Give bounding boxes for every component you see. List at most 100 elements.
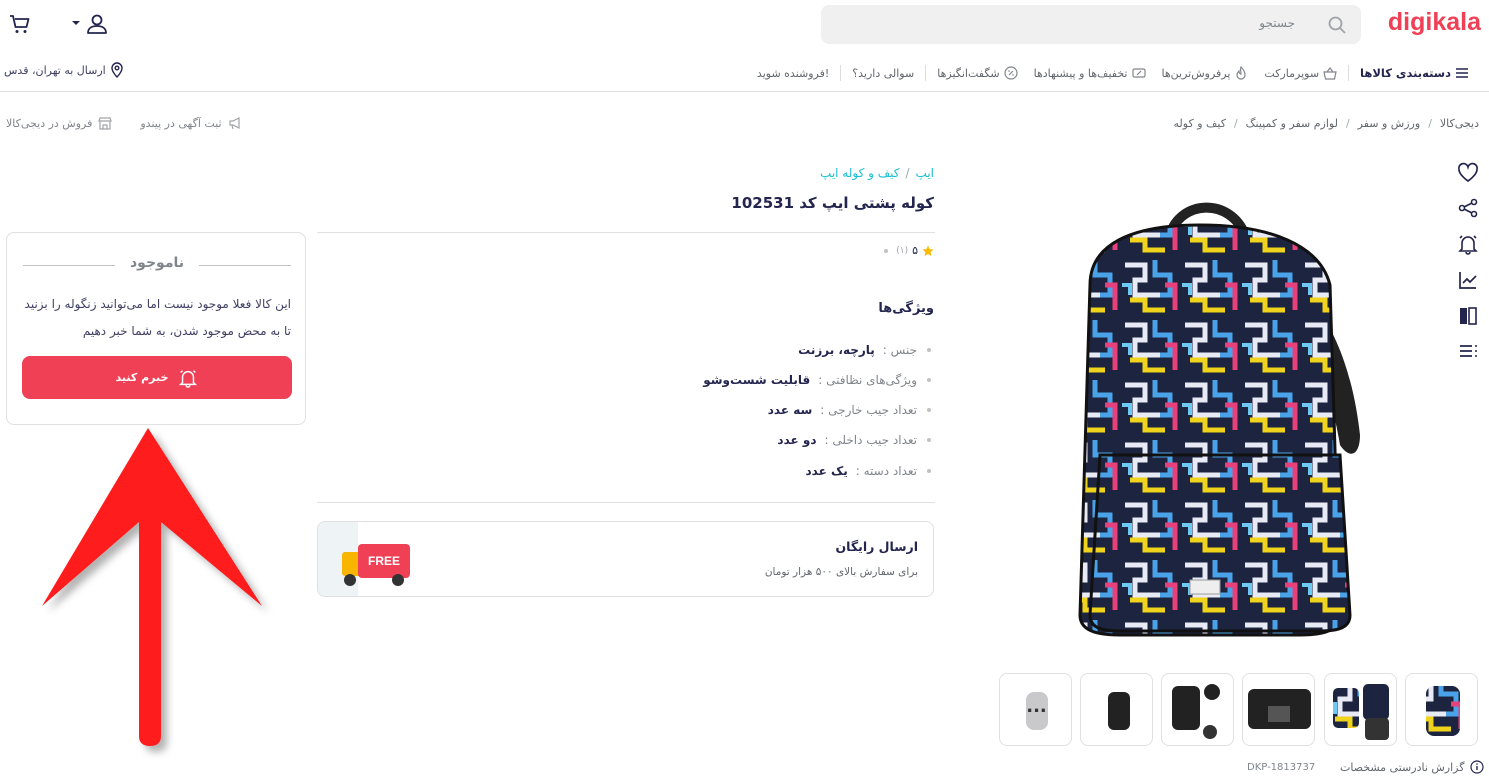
nav-divider: [925, 65, 927, 81]
more-thumbs-button[interactable]: ...: [999, 673, 1072, 746]
thumb-image: [1172, 684, 1220, 739]
product-thumb[interactable]: [1161, 673, 1234, 746]
report-label: گزارش نادرستی مشخصات: [1340, 760, 1465, 774]
chart-icon[interactable]: [1457, 269, 1479, 291]
search-input[interactable]: جستجو: [1259, 16, 1295, 30]
feature-row: جنس : پارچه، برزنت: [798, 343, 931, 357]
seller-links: فروش در دیجی‌کالا ثبت آگهی در پیندو: [6, 116, 242, 130]
logo-text: digikala: [1388, 8, 1481, 36]
breadcrumb: دیجی‌کالا/ورزش و سفر/لوازم سفر و کمپینگ/…: [1173, 117, 1479, 130]
out-of-stock-box: ناموجود این کالا فعلا موجود نیست اما می‌…: [6, 232, 306, 425]
nav-supermarket[interactable]: سوپرمارکت: [1256, 66, 1345, 80]
shop-icon: [98, 117, 113, 130]
free-shipping-subtitle: برای سفارش بالای ۵۰۰ هزار تومان: [764, 566, 918, 578]
brand-link[interactable]: ایپ: [916, 166, 934, 180]
nav-label: فروشنده شوید!: [756, 66, 830, 80]
share-icon[interactable]: [1457, 197, 1479, 219]
basket-icon: [1323, 67, 1337, 80]
title-divider: [317, 232, 935, 233]
feature-label: تعداد جیب داخلی :: [824, 433, 917, 447]
product-thumb[interactable]: [1242, 673, 1315, 746]
nav-discounts[interactable]: تخفیف‌ها و پیشنهادها: [1026, 66, 1154, 80]
product-main-image[interactable]: [1060, 195, 1380, 640]
notify-me-button[interactable]: خبرم کنید: [22, 356, 292, 399]
report-link[interactable]: گزارش نادرستی مشخصات: [1340, 760, 1485, 774]
menu-icon: [1456, 68, 1468, 78]
list-icon[interactable]: [1457, 341, 1479, 363]
nav-categories[interactable]: دسته‌بندی کالاها: [1352, 66, 1477, 80]
star-icon: [922, 245, 934, 256]
ship-location[interactable]: ارسال به تهران، قدس: [4, 62, 124, 78]
features-title: ویژگی‌ها: [878, 301, 934, 316]
product-thumb[interactable]: [1080, 673, 1153, 746]
thumb-image: [1108, 692, 1130, 730]
stock-status-header: ناموجود: [23, 255, 291, 275]
breadcrumb-item[interactable]: لوازم سفر و کمپینگ: [1246, 117, 1338, 130]
caret-down-icon: [72, 21, 80, 25]
nav-label: شگفت‌انگیزها: [937, 66, 1000, 80]
feature-value: یک عدد: [805, 464, 848, 478]
notify-label: خبرم کنید: [115, 371, 169, 384]
fire-icon: [1236, 66, 1247, 80]
feature-row: تعداد جیب خارجی : سه عدد: [768, 403, 931, 417]
product-thumb[interactable]: [1405, 673, 1478, 746]
digikala-logo[interactable]: digikala: [1371, 8, 1481, 38]
more-dots: ...: [1026, 696, 1047, 717]
discount-icon: [1131, 68, 1146, 78]
feature-label: ویژگی‌های نظافتی :: [818, 373, 917, 387]
separator-dot: [884, 248, 889, 253]
breadcrumb-item[interactable]: دیجی‌کالا: [1440, 117, 1479, 130]
ad-label: ثبت آگهی در پیندو: [140, 116, 222, 130]
annotation-arrow: [42, 428, 262, 746]
heart-icon[interactable]: [1457, 162, 1479, 184]
user-icon: [87, 14, 107, 34]
compare-icon[interactable]: [1457, 305, 1479, 327]
search-bar[interactable]: جستجو: [821, 5, 1361, 44]
rating-count: (۱): [896, 245, 909, 256]
product-thumb[interactable]: [1324, 673, 1397, 746]
ship-location-label: ارسال به تهران، قدس: [4, 63, 106, 77]
cart-icon[interactable]: [8, 12, 32, 36]
nav-label: سوالی دارید؟: [852, 66, 915, 80]
free-badge-text: FREE: [368, 554, 400, 568]
features-divider: [317, 502, 935, 503]
feature-value: سه عدد: [767, 403, 813, 417]
main-nav: دسته‌بندی کالاها سوپرمارکت پرفروش‌ترین‌ه…: [749, 63, 1477, 83]
breadcrumb-item[interactable]: کیف و کوله: [1174, 117, 1226, 130]
brand-row: ایپ/کیف و کوله ایپ: [820, 166, 934, 180]
category-link[interactable]: کیف و کوله ایپ: [820, 166, 899, 180]
nav-amazing[interactable]: شگفت‌انگیزها: [929, 66, 1025, 80]
nav-bestsellers[interactable]: پرفروش‌ترین‌ها: [1154, 66, 1257, 80]
location-icon: [111, 62, 123, 78]
product-rating[interactable]: ۵ (۱): [884, 244, 934, 257]
nav-label: پرفروش‌ترین‌ها: [1161, 66, 1231, 80]
nav-become-seller[interactable]: فروشنده شوید!: [749, 67, 837, 80]
free-shipping-title: ارسال رایگان: [835, 539, 918, 554]
sell-on-digikala-link[interactable]: فروش در دیجی‌کالا: [6, 116, 113, 130]
feature-row: ویژگی‌های نظافتی : قابلیت شست‌وشو: [703, 373, 931, 387]
free-shipping-banner[interactable]: FREE ارسال رایگان برای سفارش بالای ۵۰۰ ه…: [317, 521, 934, 597]
user-menu[interactable]: [68, 12, 112, 36]
nav-faq[interactable]: سوالی دارید؟: [844, 67, 922, 80]
nav-divider: [1348, 65, 1350, 81]
thumb-image: [1426, 686, 1460, 736]
breadcrumb-item[interactable]: ورزش و سفر: [1358, 117, 1421, 130]
nav-divider: [840, 65, 842, 81]
product-title: کوله پشتی ایپ کد 102531: [731, 194, 934, 212]
thumb-image: [1333, 684, 1389, 740]
nav-label: تخفیف‌ها و پیشنهادها: [1033, 66, 1128, 80]
post-ad-link[interactable]: ثبت آگهی در پیندو: [140, 116, 241, 130]
bell-icon[interactable]: [1457, 233, 1479, 255]
feature-value: قابلیت شست‌وشو: [703, 373, 811, 387]
info-icon: [1470, 760, 1485, 774]
header-divider: [0, 91, 1489, 92]
free-truck-icon: FREE: [318, 522, 410, 596]
product-code: DKP-1813737: [1247, 762, 1316, 773]
sell-label: فروش در دیجی‌کالا: [6, 116, 93, 130]
stock-status-label: ناموجود: [129, 255, 184, 271]
feature-row: تعداد جیب داخلی : دو عدد: [777, 433, 931, 447]
thumb-image: [1248, 689, 1311, 729]
feature-label: تعداد دسته :: [855, 464, 917, 478]
stock-message: این کالا فعلا موجود نیست اما می‌توانید ز…: [24, 297, 291, 338]
feature-label: جنس :: [882, 343, 917, 357]
